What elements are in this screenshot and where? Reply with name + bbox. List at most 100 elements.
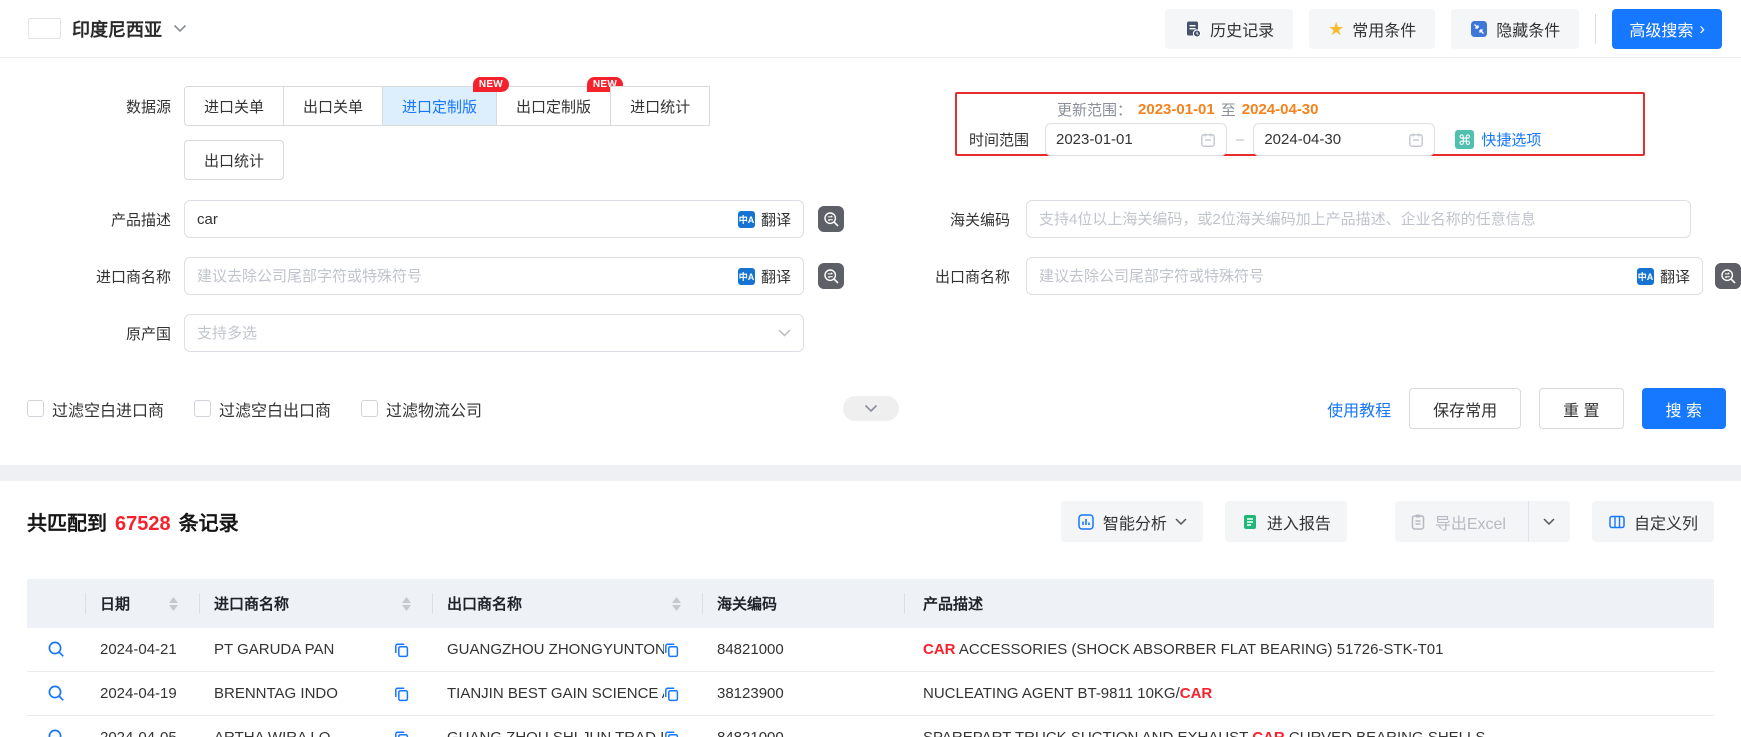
- tab-export-custom[interactable]: 出口定制版 NEW: [496, 77, 624, 126]
- translate-button[interactable]: 中A 翻译: [737, 266, 791, 287]
- exporter-column-header: 出口商名称: [433, 579, 703, 628]
- copy-icon[interactable]: [394, 730, 409, 737]
- header-label: 日期: [100, 596, 131, 613]
- filter-blank-importer-checkbox[interactable]: 过滤空白进口商: [27, 397, 164, 421]
- tab-export-statistics[interactable]: 出口统计: [184, 140, 285, 180]
- row-detail-search-icon[interactable]: [47, 728, 66, 737]
- tab-import-declaration[interactable]: 进口关单: [184, 86, 285, 126]
- time-range-label: 时间范围: [969, 132, 1030, 149]
- importer-label: 进口商名称: [95, 268, 171, 286]
- quick-options-link[interactable]: ⌘ 快捷选项: [1455, 129, 1541, 150]
- results-toolbar: 共匹配到 67528 条记录 智能分析 进入报告 导出Excel 自定义列: [27, 501, 1714, 542]
- tab-export-declaration[interactable]: 出口关单: [283, 86, 384, 126]
- history-icon: [1184, 20, 1202, 38]
- row-date: 2024-04-21: [100, 641, 177, 658]
- tab-label: 进口关单: [204, 98, 265, 116]
- tab-label: 出口统计: [204, 152, 265, 170]
- copy-icon[interactable]: [664, 730, 679, 737]
- export-excel-button[interactable]: 导出Excel: [1395, 501, 1520, 542]
- table-header: 日期 进口商名称 出口商名称 海关编码 产品描述: [27, 579, 1714, 628]
- header-label: 进口商名称: [214, 596, 290, 613]
- count-prefix: 共匹配到: [27, 513, 107, 535]
- filter-blank-exporter-checkbox[interactable]: 过滤空白出口商: [194, 397, 331, 421]
- row-detail-search-icon[interactable]: [47, 684, 66, 703]
- enter-report-button[interactable]: 进入报告: [1224, 501, 1347, 542]
- calendar-icon: [1200, 132, 1216, 148]
- start-date-input[interactable]: 2023-01-01: [1045, 123, 1227, 156]
- fuzzy-search-toggle[interactable]: [818, 206, 844, 232]
- exporter-input[interactable]: [1039, 267, 1637, 285]
- results-table: 日期 进口商名称 出口商名称 海关编码 产品描述 2024-04-21 PT G…: [27, 579, 1714, 737]
- advanced-search-button[interactable]: 高级搜索 ›: [1612, 8, 1722, 49]
- datasource-label: 数据源: [125, 99, 171, 116]
- detail-column-header: [27, 579, 86, 628]
- translate-button[interactable]: 中A 翻译: [737, 209, 791, 230]
- form-row-1: 产品描述 中A 翻译 海关编码: [0, 200, 1741, 238]
- reset-button[interactable]: 重 置: [1539, 388, 1624, 429]
- tab-label: 出口关单: [303, 98, 364, 116]
- quick-options-label: 快捷选项: [1481, 132, 1542, 149]
- hs-code-column-header: 海关编码: [703, 579, 905, 628]
- custom-columns-button[interactable]: 自定义列: [1591, 501, 1714, 542]
- favorites-button[interactable]: ★ 常用条件: [1309, 8, 1436, 49]
- copy-icon[interactable]: [664, 686, 679, 702]
- row-exporter: GUANG ZHOU SHI JUN TRAD IN: [447, 729, 664, 737]
- importer-field: 中A 翻译: [184, 257, 804, 295]
- analysis-icon: [1077, 513, 1095, 531]
- row-date: 2024-04-19: [100, 685, 177, 702]
- export-excel-split-button: 导出Excel: [1394, 501, 1570, 542]
- columns-icon: [1608, 513, 1626, 531]
- highlighted-keyword: CAR: [1252, 729, 1285, 737]
- fuzzy-search-toggle[interactable]: [1715, 263, 1741, 289]
- checkbox-label: 过滤物流公司: [386, 402, 483, 420]
- chevron-down-icon: [1543, 517, 1556, 525]
- country-selector[interactable]: 印度尼西亚: [28, 16, 187, 42]
- row-description: NUCLEATING AGENT BT-9811 10KG/CAR: [923, 685, 1213, 702]
- row-exporter: GUANGZHOU ZHONGYUNTON: [447, 641, 664, 658]
- export-options-dropdown[interactable]: [1527, 501, 1570, 542]
- results-section: 共匹配到 67528 条记录 智能分析 进入报告 导出Excel 自定义列 日期…: [0, 481, 1741, 737]
- product-desc-field: 中A 翻译: [184, 200, 804, 238]
- row-description: CAR ACCESSORIES (SHOCK ABSORBER FLAT BEA…: [923, 641, 1444, 658]
- filter-logistics-checkbox[interactable]: 过滤物流公司: [361, 397, 482, 421]
- origin-select[interactable]: [184, 314, 804, 352]
- copy-icon[interactable]: [664, 642, 679, 658]
- smart-analysis-label: 智能分析: [1102, 515, 1167, 533]
- tutorial-link[interactable]: 使用教程: [1327, 397, 1391, 421]
- tab-label: 进口定制版: [402, 98, 478, 116]
- count-suffix: 条记录: [178, 513, 239, 535]
- tab-import-custom[interactable]: 进口定制版 NEW: [382, 77, 510, 126]
- importer-input[interactable]: [197, 267, 738, 285]
- fuzzy-search-toggle[interactable]: [818, 263, 844, 289]
- sort-icons[interactable]: [169, 596, 178, 611]
- search-button[interactable]: 搜 索: [1641, 388, 1726, 429]
- enter-report-label: 进入报告: [1266, 515, 1331, 533]
- history-button[interactable]: 历史记录: [1165, 8, 1294, 49]
- hs-code-input[interactable]: [1039, 210, 1678, 228]
- tab-import-statistics[interactable]: 进口统计: [610, 86, 711, 126]
- copy-icon[interactable]: [394, 642, 409, 658]
- hide-conditions-label: 隐藏条件: [1496, 22, 1561, 40]
- smart-analysis-button[interactable]: 智能分析: [1060, 501, 1203, 542]
- row-hs-code: 38123900: [717, 685, 784, 702]
- row-hs-code: 84821000: [717, 729, 784, 737]
- table-row: 2024-04-05 ARTHA WIRA LO GUANG ZHOU SHI …: [27, 716, 1714, 737]
- origin-input[interactable]: [197, 324, 770, 342]
- collapse-panel-button[interactable]: [842, 396, 899, 421]
- copy-icon[interactable]: [394, 686, 409, 702]
- star-icon: ★: [1328, 18, 1345, 39]
- update-range-line: 更新范围： 2023-01-01 至 2024-04-30: [969, 97, 1631, 122]
- end-date-input[interactable]: 2024-04-30: [1253, 123, 1436, 156]
- save-conditions-button[interactable]: 保存常用: [1409, 388, 1522, 429]
- product-desc-input[interactable]: [197, 210, 738, 228]
- chevron-down-icon: [778, 329, 791, 337]
- arrow-right-icon: ›: [1699, 19, 1705, 38]
- sort-icons[interactable]: [402, 596, 411, 611]
- translate-button[interactable]: 中A 翻译: [1636, 266, 1690, 287]
- row-exporter: TIANJIN BEST GAIN SCIENCE AN: [447, 685, 664, 702]
- hide-conditions-button[interactable]: 隐藏条件: [1451, 8, 1580, 49]
- new-badge: NEW: [472, 77, 510, 92]
- row-detail-search-icon[interactable]: [47, 640, 66, 659]
- sort-icons[interactable]: [672, 596, 681, 611]
- checkbox: [194, 400, 212, 417]
